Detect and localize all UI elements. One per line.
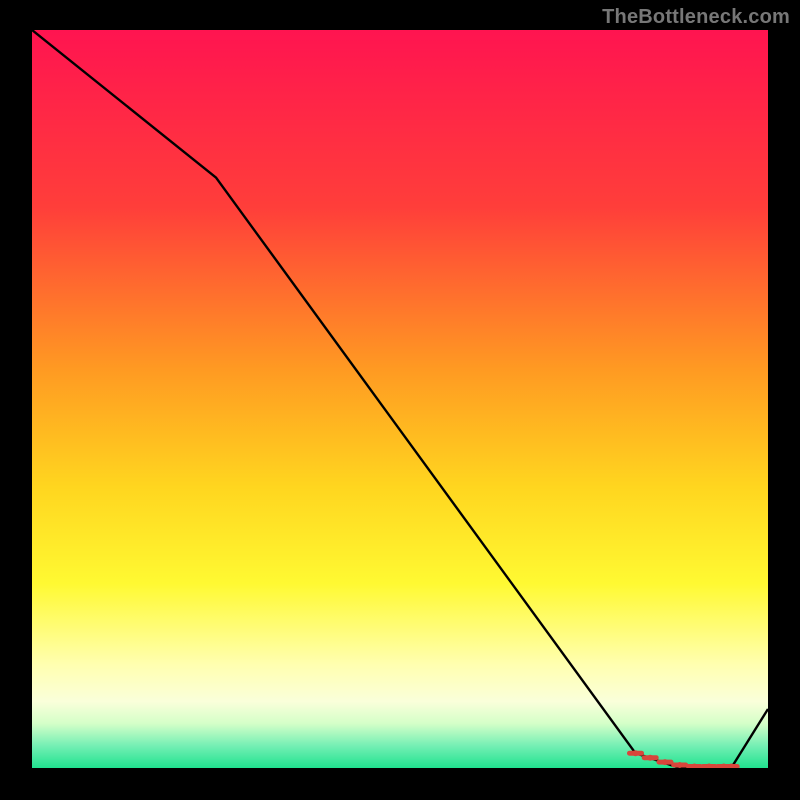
plot-area [32,30,768,768]
attribution-text: TheBottleneck.com [602,6,790,29]
chart-frame: TheBottleneck.com [0,0,800,800]
sweet-spot-markers [32,30,768,768]
